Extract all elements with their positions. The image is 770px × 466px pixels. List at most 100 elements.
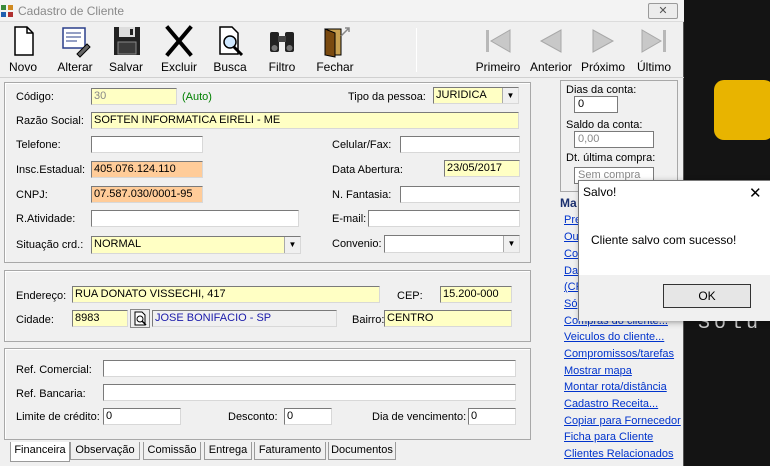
link-mostrar-mapa[interactable]: Mostrar mapa [564, 365, 632, 377]
codigo-field[interactable]: 30 [91, 88, 177, 105]
excluir-label: Excluir [160, 60, 197, 74]
insc-estadual-field[interactable]: 405.076.124.110 [91, 161, 203, 178]
link-compromissos[interactable]: Compromissos/tarefas [564, 348, 674, 360]
proximo-button[interactable]: Próximo [580, 24, 626, 76]
cidade-label: Cidade: [16, 314, 54, 326]
link-ficha-cliente[interactable]: Ficha para Cliente [564, 431, 653, 443]
cep-field[interactable]: 15.200-000 [440, 286, 512, 303]
ref-comercial-field[interactable] [103, 360, 516, 377]
bairro-label: Bairro: [352, 314, 385, 326]
link-montar-rota[interactable]: Montar rota/distância [564, 381, 667, 393]
search-document-icon [219, 26, 244, 57]
cnpj-field[interactable]: 07.587.030/0001-95 [91, 186, 203, 203]
data-abertura-label: Data Abertura: [332, 164, 403, 176]
chevron-down-icon[interactable]: ▼ [503, 236, 519, 252]
primeiro-button[interactable]: Primeiro [474, 24, 522, 76]
tab-faturamento[interactable]: Faturamento [254, 442, 326, 460]
app-icon [1, 5, 13, 17]
tipo-pessoa-label: Tipo da pessoa: [348, 91, 426, 103]
vencimento-field[interactable]: 0 [468, 408, 516, 425]
ref-bancaria-field[interactable] [103, 384, 516, 401]
saldo-conta-field[interactable]: 0,00 [574, 131, 654, 148]
tab-financeira[interactable]: Financeira [10, 442, 70, 462]
cidade-nome-field: JOSE BONIFACIO - SP [152, 310, 337, 327]
bairro-field[interactable]: CENTRO [384, 310, 512, 327]
busca-label: Busca [213, 60, 247, 74]
ref-comercial-label: Ref. Comercial: [16, 364, 92, 376]
dialog-close-icon[interactable]: ✕ [749, 184, 762, 202]
delete-x-icon [165, 25, 193, 57]
previous-record-icon [539, 29, 562, 53]
telefone-label: Telefone: [16, 139, 61, 151]
situacao-label: Situação crd.: [16, 239, 84, 251]
link-copiar-fornecedor[interactable]: Copiar para Fornecedor [564, 415, 681, 427]
magnifier-document-icon [134, 311, 147, 326]
data-abertura-field[interactable]: 23/05/2017 [444, 160, 520, 177]
fantasia-field[interactable] [400, 186, 520, 203]
cidade-code-field[interactable]: 8983 [72, 310, 128, 327]
alterar-button[interactable]: Alterar [54, 24, 96, 76]
edit-form-icon [62, 27, 91, 58]
tab-observacao[interactable]: Observação [70, 442, 140, 460]
link-clientes-relacionados[interactable]: Clientes Relacionados [564, 448, 673, 460]
alterar-label: Alterar [57, 60, 93, 74]
window-close-button[interactable]: ✕ [648, 3, 678, 19]
cnpj-label: CNPJ: [16, 189, 48, 201]
tab-documentos[interactable]: Documentos [328, 442, 396, 460]
link-so[interactable]: Só [564, 298, 577, 310]
salvar-button[interactable]: Salvar [106, 24, 146, 76]
auto-label: (Auto) [182, 91, 212, 103]
city-search-button[interactable] [130, 309, 150, 328]
fechar-button[interactable]: Fechar [314, 24, 356, 76]
fantasia-label: N. Fantasia: [332, 189, 392, 201]
ok-button[interactable]: OK [663, 284, 751, 308]
ultimo-label: Último [636, 60, 671, 74]
filtro-button[interactable]: Filtro [264, 24, 300, 76]
convenio-label: Convenio: [332, 238, 382, 250]
address-group [4, 270, 531, 342]
convenio-select[interactable]: ▼ [384, 235, 520, 253]
limite-field[interactable]: 0 [103, 408, 181, 425]
email-field[interactable] [368, 210, 520, 227]
chevron-down-icon[interactable]: ▼ [502, 88, 518, 103]
busca-button[interactable]: Busca [210, 24, 250, 76]
atividade-field[interactable] [91, 210, 299, 227]
link-ou[interactable]: Ou [564, 231, 579, 243]
anterior-button[interactable]: Anterior [528, 24, 574, 76]
situacao-select[interactable]: NORMAL ▼ [91, 236, 301, 254]
link-veiculos-cliente[interactable]: Veiculos do cliente... [564, 331, 664, 343]
dias-conta-field[interactable]: 0 [574, 96, 618, 113]
saved-dialog: Salvo! ✕ Cliente salvo com sucesso! OK [578, 180, 770, 321]
limite-label: Limite de crédito: [16, 411, 100, 423]
tab-comissao[interactable]: Comissão [143, 442, 201, 460]
exit-door-icon [324, 27, 350, 58]
novo-button[interactable]: Novo [4, 24, 42, 76]
link-da[interactable]: Da [564, 265, 578, 277]
binoculars-icon [270, 32, 294, 52]
tab-entrega[interactable]: Entrega [204, 442, 252, 460]
saldo-conta-label: Saldo da conta: [566, 119, 643, 131]
insc-estadual-label: Insc.Estadual: [16, 164, 86, 176]
filtro-label: Filtro [268, 60, 296, 74]
window-title: Cadastro de Cliente [18, 4, 125, 18]
ref-bancaria-label: Ref. Bancaria: [16, 388, 86, 400]
dialog-footer: OK [579, 275, 770, 321]
dias-conta-label: Dias da conta: [566, 84, 637, 96]
dialog-message: Cliente salvo com sucesso! [591, 233, 737, 247]
link-cadastro-receita[interactable]: Cadastro Receita... [564, 398, 658, 410]
razao-social-field[interactable]: SOFTEN INFORMATICA EIRELI - ME [91, 112, 519, 129]
ultimo-button[interactable]: Último [634, 24, 674, 76]
new-document-icon [14, 26, 34, 56]
link-co[interactable]: Co [564, 248, 578, 260]
novo-label: Novo [8, 60, 37, 74]
chevron-down-icon[interactable]: ▼ [284, 237, 300, 253]
telefone-field[interactable] [91, 136, 203, 153]
ultima-compra-label: Dt. última compra: [566, 152, 656, 164]
salvar-label: Salvar [108, 60, 143, 74]
tipo-pessoa-select[interactable]: JURIDICA ▼ [433, 87, 519, 104]
celular-field[interactable] [400, 136, 520, 153]
celular-label: Celular/Fax: [332, 139, 392, 151]
desconto-field[interactable]: 0 [284, 408, 332, 425]
excluir-button[interactable]: Excluir [158, 24, 200, 76]
endereco-field[interactable]: RUA DONATO VISSECHI, 417 [72, 286, 380, 303]
